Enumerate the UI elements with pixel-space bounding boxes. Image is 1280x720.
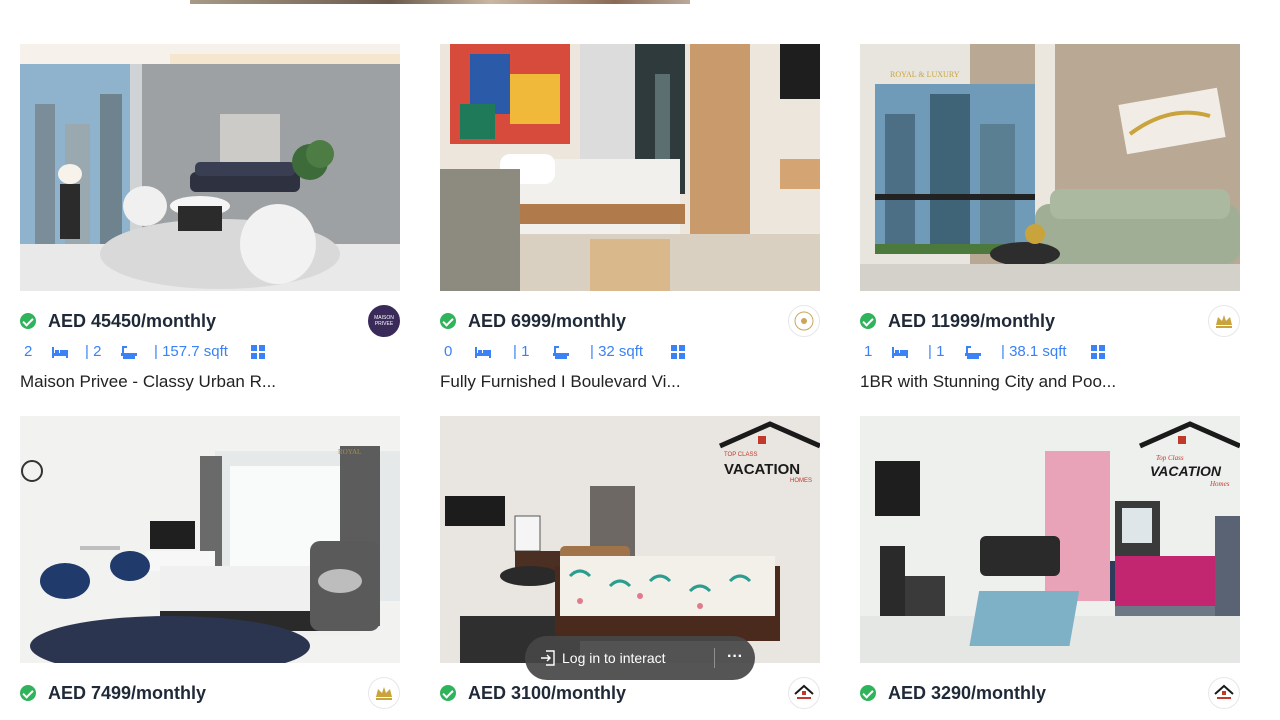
bedrooms-count: 1 (864, 343, 873, 360)
area-icon (1091, 345, 1105, 359)
agency-logo[interactable] (788, 305, 820, 337)
bath-icon (965, 346, 981, 359)
bathrooms-count: | 1 (513, 343, 530, 360)
price-row: AED 7499/monthly (20, 677, 400, 709)
listing-card[interactable]: AED 6999/monthly 0 | 1 | 32 sqft Fully F… (440, 44, 820, 391)
photo-watermark-text: ROYAL (338, 448, 361, 456)
listing-title[interactable]: 1BR with Stunning City and Poo... (860, 372, 1240, 392)
more-options-button[interactable]: ··· (725, 646, 745, 670)
bedrooms-count: 2 (24, 343, 33, 360)
bathrooms-count: | 1 (928, 343, 945, 360)
login-pill-divider (714, 648, 715, 668)
listing-price: AED 7499/monthly (48, 683, 207, 703)
verified-check-icon (860, 313, 876, 329)
photo-brand-main: VACATION (724, 461, 800, 478)
agency-crown-icon (1216, 315, 1232, 328)
listing-specs: 2 | 2 | 157.7 sqft (20, 343, 400, 363)
price-row: AED 11999/monthly (860, 305, 1240, 337)
bath-icon (553, 346, 569, 359)
listing-photo[interactable] (440, 44, 820, 291)
agency-emblem-icon (794, 311, 814, 331)
verified-check-icon (20, 685, 36, 701)
price-row: AED 6999/monthly (440, 305, 820, 337)
listing-title[interactable]: Fully Furnished I Boulevard Vi... (440, 372, 820, 392)
bedrooms-count: 0 (444, 343, 453, 360)
listing-card[interactable]: Top Class VACATION Homes AED 3290/monthl… (860, 416, 1240, 709)
bed-icon (892, 347, 908, 358)
listing-card[interactable]: TOP CLASS VACATION HOMES AED 3100/monthl… (440, 416, 820, 709)
verified-check-icon (20, 313, 36, 329)
listing-card[interactable]: ROYAL & LUXURY AED 11999/monthly 1 | 1 |… (860, 44, 1240, 391)
listing-price: AED 3100/monthly (468, 683, 627, 703)
agency-crown-icon (376, 687, 392, 700)
verified-check-icon (860, 685, 876, 701)
listing-title[interactable]: Maison Privee - Classy Urban R... (20, 372, 400, 392)
login-to-interact-button[interactable]: Log in to interact ··· (525, 636, 755, 680)
listing-photo[interactable] (20, 44, 400, 291)
listing-specs: 1 | 1 | 38.1 sqft (860, 343, 1240, 363)
photo-brand-top: TOP CLASS (724, 452, 757, 458)
listing-price: AED 3290/monthly (888, 683, 1047, 703)
listing-photo[interactable]: ROYAL (20, 416, 400, 663)
area-size: | 38.1 sqft (1001, 343, 1067, 360)
agency-logo[interactable]: MAISON PRIVEE (368, 305, 400, 337)
photo-brand-sub: HOMES (790, 478, 812, 484)
photo-brand-top: Top Class (1156, 454, 1184, 462)
photo-watermark-text: ROYAL & LUXURY (890, 70, 960, 79)
login-prompt-label: Log in to interact (562, 650, 666, 666)
listing-price: AED 45450/monthly (48, 311, 217, 331)
price-row: AED 45450/monthly MAISON PRIVEE (20, 305, 400, 337)
photo-brand-sub: Homes (1209, 480, 1230, 488)
price-row: AED 3290/monthly (860, 677, 1240, 709)
bed-icon (475, 347, 491, 358)
agency-house-icon (794, 684, 814, 699)
previous-listing-photo-strip[interactable] (190, 0, 690, 4)
bath-icon (121, 346, 137, 359)
verified-check-icon (440, 313, 456, 329)
bathrooms-count: | 2 (85, 343, 102, 360)
agency-logo[interactable] (788, 677, 820, 709)
area-size: | 157.7 sqft (154, 343, 228, 360)
listing-card[interactable]: AED 45450/monthly MAISON PRIVEE 2 | 2 | … (20, 44, 400, 391)
listing-photo[interactable]: TOP CLASS VACATION HOMES (440, 416, 820, 663)
listing-specs: 0 | 1 | 32 sqft (440, 343, 820, 363)
photo-brand-main: VACATION (1150, 463, 1222, 479)
price-row: AED 3100/monthly (440, 677, 820, 709)
agency-logo[interactable] (1208, 305, 1240, 337)
area-icon (251, 345, 265, 359)
listing-photo[interactable]: ROYAL & LUXURY (860, 44, 1240, 291)
login-icon (541, 650, 555, 666)
listing-photo[interactable]: Top Class VACATION Homes (860, 416, 1240, 663)
listing-card[interactable]: ROYAL AED 7499/monthly (20, 416, 400, 709)
area-icon (671, 345, 685, 359)
listing-price: AED 11999/monthly (888, 311, 1056, 331)
bed-icon (52, 347, 68, 358)
agency-logo[interactable] (1208, 677, 1240, 709)
agency-logo[interactable] (368, 677, 400, 709)
agency-logo-text: MAISON PRIVEE (374, 315, 394, 327)
area-size: | 32 sqft (590, 343, 644, 360)
verified-check-icon (440, 685, 456, 701)
listing-price: AED 6999/monthly (468, 311, 627, 331)
agency-house-icon (1214, 684, 1234, 699)
